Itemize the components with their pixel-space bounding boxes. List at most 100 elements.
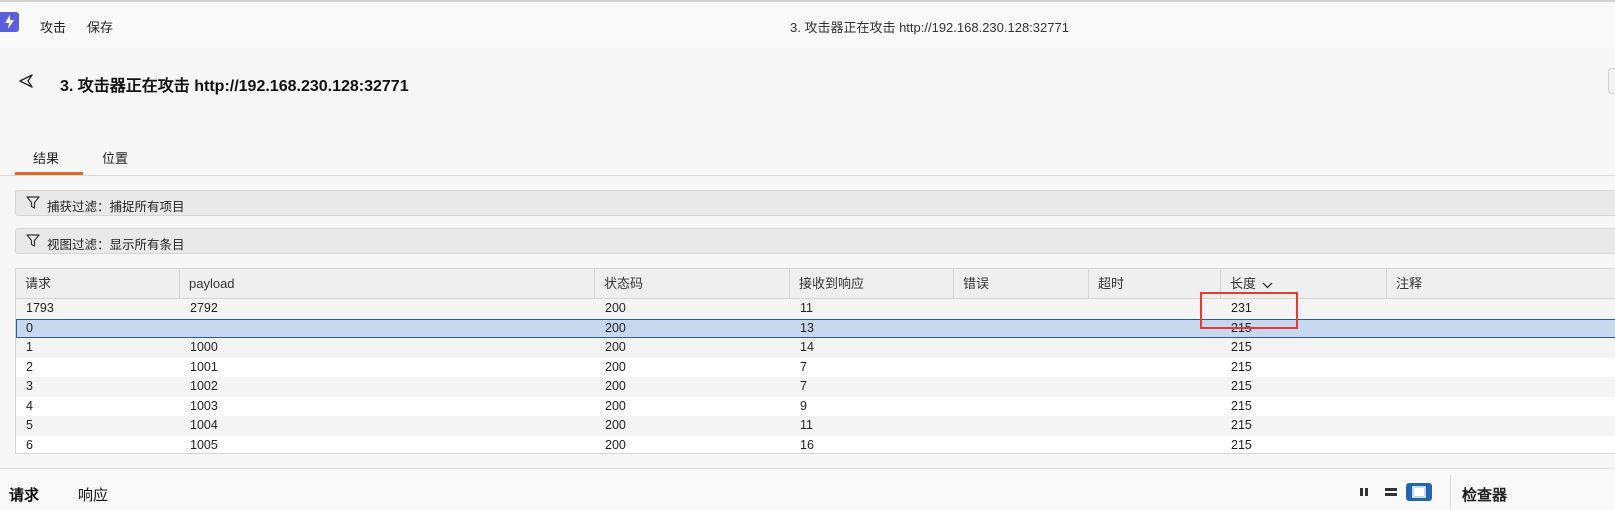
table-body: 1793 2792 200 11 231 0 200 13 215 1 1000 200 14 215 2 1… xyxy=(16,299,1615,454)
cell-error xyxy=(954,397,964,417)
cell-timeout xyxy=(1089,416,1099,436)
column-header-comment[interactable]: 注释 xyxy=(1387,269,1615,299)
cell-comment xyxy=(1387,319,1397,339)
layout-stacked-icon[interactable] xyxy=(1380,483,1402,501)
cell-response-received: 9 xyxy=(800,398,807,413)
cell-request: 5 xyxy=(26,418,33,432)
table-row[interactable]: 1 1000 200 14 215 xyxy=(16,338,1615,358)
cell-status: 200 xyxy=(605,398,626,413)
column-header-status[interactable]: 状态码 xyxy=(595,269,790,299)
table-row[interactable]: 2 1001 200 7 215 xyxy=(16,358,1615,378)
cell-length: 215 xyxy=(1231,340,1252,354)
cell-response-received: 13 xyxy=(800,320,814,335)
view-filter-text: 视图过滤：显示所有条目 xyxy=(47,238,185,252)
column-header-length-label: 长度 xyxy=(1230,276,1257,291)
back-arrow-icon[interactable] xyxy=(17,72,35,90)
cell-length: 215 xyxy=(1231,379,1252,393)
length-highlight-annotation xyxy=(1200,292,1298,329)
cell-payload: 1001 xyxy=(190,359,218,374)
cell-timeout xyxy=(1089,358,1099,378)
cell-payload: 1005 xyxy=(190,437,218,452)
cell-error xyxy=(954,338,964,358)
top-menu-bar: 攻击 保存 3. 攻击器正在攻击 http://192.168.230.128:… xyxy=(0,0,1615,46)
cell-timeout xyxy=(1089,299,1099,319)
bottom-panel: 请求 响应 检查器 xyxy=(0,468,1615,510)
tab-positions[interactable]: 位置 xyxy=(102,148,128,167)
cell-error xyxy=(954,416,964,436)
cell-error xyxy=(954,299,964,319)
cell-timeout xyxy=(1089,377,1099,397)
column-header-error[interactable]: 错误 xyxy=(954,269,1089,299)
cell-request: 4 xyxy=(26,398,33,413)
table-row[interactable]: 4 1003 200 9 215 xyxy=(16,397,1615,417)
column-header-payload[interactable]: payload xyxy=(180,269,595,299)
cell-length: 215 xyxy=(1231,398,1252,413)
cell-comment xyxy=(1387,299,1397,319)
page-header: 3. 攻击器正在攻击 http://192.168.230.128:32771 xyxy=(0,46,1615,116)
table-row[interactable]: 1793 2792 200 11 231 xyxy=(16,299,1615,319)
cell-length: 215 xyxy=(1231,359,1252,374)
page-title: 3. 攻击器正在攻击 http://192.168.230.128:32771 xyxy=(60,78,409,95)
cell-request: 1 xyxy=(26,340,33,354)
cell-comment xyxy=(1387,416,1397,436)
view-filter-bar[interactable]: 视图过滤：显示所有条目 xyxy=(15,228,1615,254)
menu-save[interactable]: 保存 xyxy=(87,17,113,36)
menu-attack[interactable]: 攻击 xyxy=(40,17,66,36)
cell-payload: 1004 xyxy=(190,418,218,432)
cell-error xyxy=(954,377,964,397)
cell-response-received: 14 xyxy=(800,340,814,354)
cell-timeout xyxy=(1089,338,1099,358)
cell-error xyxy=(954,436,964,454)
cell-payload: 1000 xyxy=(190,340,218,354)
cell-status: 200 xyxy=(605,301,626,315)
tab-results[interactable]: 结果 xyxy=(33,148,59,167)
cell-status: 200 xyxy=(605,379,626,393)
cell-comment xyxy=(1387,358,1397,378)
cell-length: 215 xyxy=(1231,418,1252,432)
cell-status: 200 xyxy=(605,340,626,354)
cell-response-received: 7 xyxy=(800,379,807,393)
layout-single-icon[interactable] xyxy=(1406,483,1432,501)
capture-filter-text: 捕获过滤：捕捉所有项目 xyxy=(47,200,185,214)
column-header-response-received[interactable]: 接收到响应 xyxy=(790,269,954,299)
cell-request: 6 xyxy=(26,437,33,452)
capture-filter-bar[interactable]: 捕获过滤：捕捉所有项目 xyxy=(15,190,1615,216)
cell-status: 200 xyxy=(605,437,626,452)
cell-error xyxy=(954,319,964,339)
table-header: 请求 payload 状态码 接收到响应 错误 超时 长度 注释 xyxy=(16,269,1615,299)
active-tab-indicator xyxy=(15,172,83,175)
cell-timeout xyxy=(1089,397,1099,417)
tab-request[interactable]: 请求 xyxy=(9,484,39,505)
filter-funnel-icon xyxy=(26,196,40,212)
tab-response[interactable]: 响应 xyxy=(78,484,108,505)
cell-payload: 2792 xyxy=(190,301,218,315)
cell-response-received: 16 xyxy=(800,437,814,452)
table-row[interactable]: 0 200 13 215 xyxy=(16,318,1615,339)
cell-request: 2 xyxy=(26,359,33,374)
column-header-request[interactable]: 请求 xyxy=(16,269,180,299)
cell-comment xyxy=(1387,377,1397,397)
header-action-button[interactable] xyxy=(1608,68,1615,94)
table-row[interactable]: 5 1004 200 11 215 xyxy=(16,416,1615,436)
cell-response-received: 11 xyxy=(800,301,813,315)
cell-request: 1793 xyxy=(26,301,54,315)
table-row[interactable]: 3 1002 200 7 215 xyxy=(16,377,1615,397)
panel-divider xyxy=(1450,475,1451,510)
cell-error xyxy=(954,358,964,378)
cell-response-received: 11 xyxy=(800,418,813,432)
window-title: 3. 攻击器正在攻击 http://192.168.230.128:32771 xyxy=(790,20,1069,35)
cell-timeout xyxy=(1089,436,1099,454)
cell-request: 3 xyxy=(26,379,33,393)
cell-payload xyxy=(180,319,190,339)
results-table: 请求 payload 状态码 接收到响应 错误 超时 长度 注释 1793 279… xyxy=(15,268,1615,454)
inspector-title: 检查器 xyxy=(1462,487,1508,504)
cell-comment xyxy=(1387,436,1397,454)
cell-payload: 1002 xyxy=(190,379,218,393)
cell-length: 215 xyxy=(1231,437,1252,452)
layout-side-by-side-icon[interactable] xyxy=(1353,483,1375,501)
cell-status: 200 xyxy=(605,320,626,335)
table-row[interactable]: 6 1005 200 16 215 xyxy=(16,436,1615,454)
cell-comment xyxy=(1387,338,1397,358)
cell-response-received: 7 xyxy=(800,359,807,374)
cell-status: 200 xyxy=(605,359,626,374)
